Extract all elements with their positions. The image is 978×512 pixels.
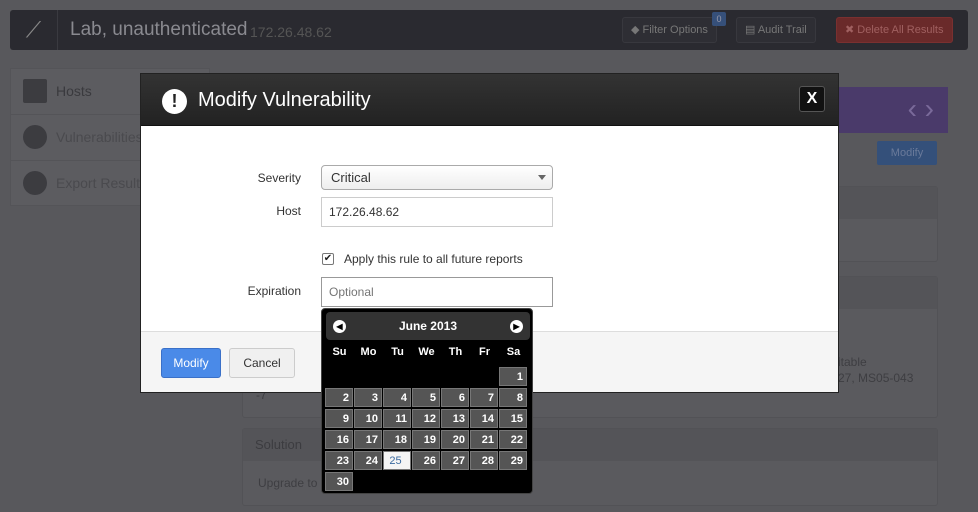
top-bar: ⟋ Lab, unauthenticated 172.26.48.62 ◆ Fi… [10,10,968,50]
calendar-day[interactable]: 9 [325,409,353,428]
download-icon [23,171,47,195]
calendar-day[interactable]: 5 [412,388,440,407]
calendar-day[interactable]: 15 [499,409,527,428]
calendar-day[interactable]: 12 [412,409,440,428]
delete-all-results-button[interactable]: ✖ Delete All Results [836,17,953,43]
shield-icon [23,125,47,149]
calendar-day[interactable]: 21 [470,430,498,449]
calendar-day[interactable]: 19 [412,430,440,449]
severity-label: Severity [257,171,301,185]
calendar-day[interactable]: 23 [325,451,353,470]
expiration-label: Expiration [247,284,301,298]
filter-count-badge: 0 [712,12,726,26]
weekday-label: Th [448,346,463,358]
weekday-label: Mo [360,346,377,358]
close-button[interactable]: X [799,86,825,112]
bg-text: itable [838,355,867,369]
calendar-day[interactable]: 20 [441,430,469,449]
prev-month-icon[interactable]: ◀ [333,320,346,333]
filter-options-button[interactable]: ◆ Filter Options [622,17,717,43]
calendar-day[interactable]: 28 [470,451,498,470]
calendar-day[interactable]: 26 [412,451,440,470]
tag-icon: ◆ [631,24,643,36]
date-picker: ◀ June 2013 ▶ Su Mo Tu We Th Fr Sa 1 2 3 4 5 6 7 8 9 10 1… [321,308,533,494]
calendar-day[interactable]: 11 [383,409,411,428]
modify-button[interactable]: Modify [161,348,221,378]
calendar-day[interactable]: 30 [325,472,353,491]
calendar-day[interactable]: 13 [441,409,469,428]
project-title: Lab, unauthenticated [70,19,248,40]
calendar-day[interactable]: 14 [470,409,498,428]
host-input[interactable] [321,197,553,227]
audit-trail-button[interactable]: ▤ Audit Trail [736,17,816,43]
calendar-day[interactable]: 17 [354,430,382,449]
bg-text: Upgrade to [258,476,318,490]
calendar-day[interactable]: 6 [441,388,469,407]
calendar-day[interactable]: 24 [354,451,382,470]
calendar-day[interactable]: 2 [325,388,353,407]
exclamation-icon: ! [162,89,187,114]
calendar-day[interactable]: 29 [499,451,527,470]
chevron-down-icon [538,175,546,184]
project-ip: 172.26.48.62 [250,24,332,40]
weekday-label: Sa [506,346,521,358]
host-label: Host [276,204,301,218]
next-month-icon[interactable]: ▶ [510,320,523,333]
calendar-day[interactable]: 25 [383,451,411,470]
weekday-label: Fr [479,346,490,358]
calendar-day[interactable]: 27 [441,451,469,470]
close-icon: ✖ [845,24,858,36]
cancel-button[interactable]: Cancel [229,348,295,378]
calendar-day[interactable]: 10 [354,409,382,428]
weekday-label: Su [332,346,347,358]
apply-future-label: Apply this rule to all future reports [344,252,523,266]
list-icon: ▤ [745,24,758,36]
modal-title: Modify Vulnerability [198,89,371,111]
expiration-input[interactable] [321,277,553,307]
chart-icon: ⟋ [10,10,58,50]
calendar-day[interactable]: 3 [354,388,382,407]
weekday-label: We [418,346,435,358]
modal-header: ! Modify Vulnerability X [141,74,838,126]
calendar-month: June 2013 [398,319,458,333]
calendar-day[interactable]: 8 [499,388,527,407]
bg-text: 27, MS05-043 [838,371,914,385]
calendar-day[interactable]: 7 [470,388,498,407]
calendar-day[interactable]: 4 [383,388,411,407]
calendar-day[interactable]: 18 [383,430,411,449]
calendar-day[interactable]: 1 [499,367,527,386]
apply-future-checkbox[interactable]: ✔ [322,253,334,265]
server-icon [23,79,47,103]
nav-arrows[interactable]: ‹ › [838,87,948,133]
severity-select[interactable]: Critical [321,165,553,190]
calendar-day[interactable]: 22 [499,430,527,449]
calendar-header: ◀ June 2013 ▶ [326,312,530,340]
bg-modify-button[interactable]: Modify [877,141,937,165]
weekday-label: Tu [391,346,404,358]
calendar-day[interactable]: 16 [325,430,353,449]
